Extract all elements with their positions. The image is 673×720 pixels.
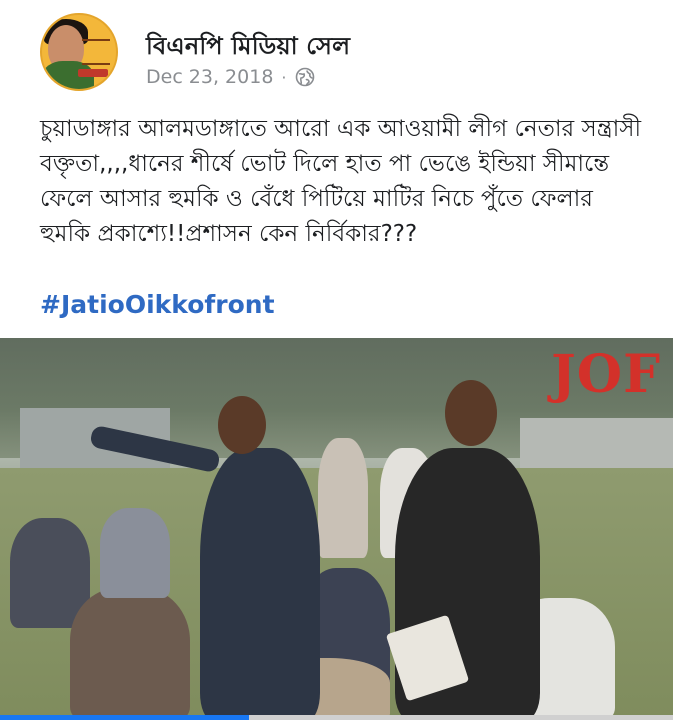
crowd-figure (100, 508, 170, 598)
post-date-link[interactable]: Dec 23, 2018 (146, 66, 273, 88)
standing-man-head (445, 380, 497, 446)
globe-icon[interactable] (295, 67, 315, 87)
crowd-figure (318, 438, 368, 558)
post-meta: Dec 23, 2018 · (146, 66, 315, 88)
video-player[interactable]: JOF (0, 338, 673, 720)
avatar-logo-mark (82, 39, 110, 65)
page-avatar[interactable] (40, 13, 118, 91)
channel-watermark: JOF (551, 344, 661, 405)
post-message: চুয়াডাঙ্গার আলমডাঙ্গাতে আরো এক আওয়ামী … (40, 116, 642, 247)
video-progress-fill (0, 715, 249, 720)
meta-separator: · (281, 67, 287, 87)
post-header: বিএনপি মিডিয়া সেল Dec 23, 2018 · (0, 0, 673, 100)
video-progress-track[interactable] (0, 715, 673, 720)
avatar-logo-bar (78, 69, 108, 77)
page-name-link[interactable]: বিএনপি মিডিয়া সেল (146, 28, 350, 68)
speaker-head (218, 396, 266, 454)
speaker-figure (200, 448, 320, 720)
crowd-figure (70, 588, 190, 720)
hashtag-link[interactable]: #JatioOikkofront (40, 290, 275, 319)
